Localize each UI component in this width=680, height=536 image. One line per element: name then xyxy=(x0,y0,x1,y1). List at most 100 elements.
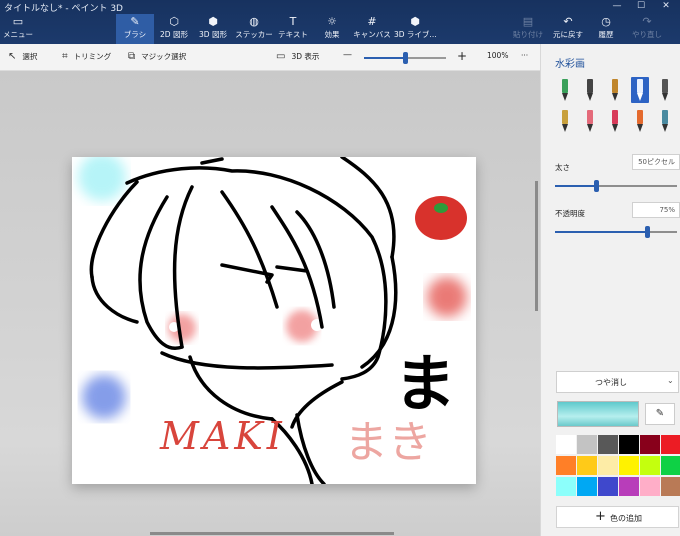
pixel-pen-icon[interactable] xyxy=(656,77,674,103)
tab-brushes[interactable]: ✎ ブラシ xyxy=(116,14,154,44)
workspace: MAKI まき ま xyxy=(0,71,540,536)
palette-swatch[interactable] xyxy=(577,456,597,475)
paste-icon: ▤ xyxy=(522,15,534,28)
zoom-level: 100% xyxy=(487,51,509,60)
current-color-swatch[interactable] xyxy=(557,401,639,427)
cyan-watercolor-blob xyxy=(78,157,126,201)
opacity-label: 不透明度 xyxy=(555,209,585,218)
thickness-field[interactable]: 50ピクセル xyxy=(632,154,680,170)
zoom-slider[interactable] xyxy=(364,52,446,64)
title-ribbon-bar: タイトルなし* - ペイント 3D — ☐ ✕ ▭ メニュー ✎ ブラシ ⬡ 2… xyxy=(0,0,680,44)
zoom-in-button[interactable]: + xyxy=(457,49,467,63)
palette-swatch[interactable] xyxy=(556,456,576,475)
zoom-out-button[interactable]: — xyxy=(343,50,352,60)
tab-effects[interactable]: ☼ 効果 xyxy=(318,14,346,44)
tab-stickers[interactable]: ◍ ステッカー xyxy=(234,14,274,44)
palette-swatch[interactable] xyxy=(577,477,597,496)
more-options-button[interactable]: ··· xyxy=(521,51,528,60)
window-title: タイトルなし* - ペイント 3D xyxy=(4,4,123,14)
finish-dropdown[interactable]: つや消し ⌄ xyxy=(556,371,679,393)
history-icon: ◷ xyxy=(601,15,611,28)
palette-swatch[interactable] xyxy=(556,477,576,496)
brush-icon: ✎ xyxy=(130,15,140,28)
eraser-icon[interactable] xyxy=(581,108,599,134)
history-button[interactable]: ◷ 履歴 xyxy=(592,14,620,44)
undo-icon: ↶ xyxy=(563,15,573,28)
fill-bucket-icon[interactable] xyxy=(656,108,674,134)
crop-button[interactable]: ⌗ トリミング xyxy=(62,51,111,62)
palette-swatch[interactable] xyxy=(661,456,680,475)
palette-swatch[interactable] xyxy=(619,456,639,475)
redo-button[interactable]: ↷ やり直し xyxy=(630,14,664,44)
view-3d-icon: ▭ xyxy=(276,51,286,62)
crop-icon: ⌗ xyxy=(62,51,68,62)
magic-select-button[interactable]: ⧉ マジック選択 xyxy=(128,51,186,62)
tab-text[interactable]: T テキスト xyxy=(278,14,308,44)
drawing-canvas[interactable]: MAKI まき ま xyxy=(72,157,476,484)
shapes-2d-icon: ⬡ xyxy=(169,15,179,28)
thickness-slider[interactable] xyxy=(555,180,677,192)
oil-brush-icon[interactable] xyxy=(606,77,624,103)
horizontal-scrollbar[interactable] xyxy=(150,532,394,535)
panel-title: 水彩画 xyxy=(555,59,585,70)
select-button[interactable]: ↖ 選択 xyxy=(8,51,37,62)
palette-swatch[interactable] xyxy=(661,477,680,496)
palette-swatch[interactable] xyxy=(619,435,639,454)
palette-swatch[interactable] xyxy=(556,435,576,454)
canvas-text-maki: MAKI xyxy=(159,414,286,458)
palette-swatch[interactable] xyxy=(640,456,660,475)
palette-swatch[interactable] xyxy=(577,435,597,454)
maximize-button[interactable]: ☐ xyxy=(630,0,652,12)
pencil-icon[interactable] xyxy=(556,108,574,134)
view-3d-button[interactable]: ▭ 3D 表示 xyxy=(276,51,319,62)
sticker-icon: ◍ xyxy=(249,15,259,28)
title-bar: タイトルなし* - ペイント 3D — ☐ ✕ xyxy=(0,0,680,14)
palette-swatch[interactable] xyxy=(640,477,660,496)
paste-button[interactable]: ▤ 貼り付け xyxy=(512,14,544,44)
crayon-icon[interactable] xyxy=(606,108,624,134)
opacity-slider-fill xyxy=(555,231,647,233)
spray-can-icon[interactable] xyxy=(631,108,649,134)
toolbar: ↖ 選択 ⌗ トリミング ⧉ マジック選択 ▭ 3D 表示 — + 100% ··· xyxy=(0,44,540,71)
cube-icon: ⬢ xyxy=(208,15,218,28)
tab-3d-shapes[interactable]: ⬢ 3D 図形 xyxy=(196,14,230,44)
library-3d-icon: ⬢ xyxy=(410,15,420,28)
tab-2d-shapes[interactable]: ⬡ 2D 図形 xyxy=(157,14,191,44)
eyedropper-icon: ✎ xyxy=(655,408,665,419)
folder-icon: ▭ xyxy=(12,15,24,28)
minimize-button[interactable]: — xyxy=(606,0,628,12)
palette-swatch[interactable] xyxy=(598,456,618,475)
watercolor-icon[interactable] xyxy=(631,77,649,103)
palette-swatch[interactable] xyxy=(619,477,639,496)
tab-3d-library[interactable]: ⬢ 3D ライブ... xyxy=(394,14,437,44)
menu-button[interactable]: ▭ メニュー xyxy=(0,14,36,44)
palette-swatch[interactable] xyxy=(598,435,618,454)
marker-icon[interactable] xyxy=(556,77,574,103)
thickness-slider-thumb[interactable] xyxy=(594,180,600,192)
magic-select-icon: ⧉ xyxy=(128,51,136,62)
plus-icon: + xyxy=(595,509,606,524)
red-watercolor-blob xyxy=(427,277,467,317)
eyedropper-button[interactable]: ✎ xyxy=(645,403,675,425)
calligraphy-pen-icon[interactable] xyxy=(581,77,599,103)
palette-swatch[interactable] xyxy=(640,435,660,454)
vertical-scrollbar[interactable] xyxy=(535,181,538,311)
palette-swatch[interactable] xyxy=(598,477,618,496)
opacity-slider[interactable] xyxy=(555,226,677,238)
opacity-slider-thumb[interactable] xyxy=(644,226,650,238)
opacity-field[interactable]: 75% xyxy=(632,202,680,218)
zoom-slider-fill xyxy=(364,57,405,59)
zoom-slider-thumb[interactable] xyxy=(403,52,408,64)
palette-swatch[interactable] xyxy=(661,435,680,454)
add-color-button[interactable]: + 色の追加 xyxy=(556,506,679,528)
brush-panel: 水彩画 太さ 50ピクセル 不透明度 75% つや消し ⌄ ✎ + 色の追加 xyxy=(540,44,680,536)
finish-label: つや消し xyxy=(595,378,627,387)
tab-canvas[interactable]: # キャンバス xyxy=(352,14,392,44)
undo-button[interactable]: ↶ 元に戻す xyxy=(552,14,584,44)
close-button[interactable]: ✕ xyxy=(655,0,677,12)
apple xyxy=(415,196,467,240)
blue-watercolor-blob xyxy=(82,375,126,419)
drawing: MAKI まき ま xyxy=(78,157,467,484)
apple-leaf xyxy=(434,203,448,213)
canvas-icon: # xyxy=(367,15,377,28)
